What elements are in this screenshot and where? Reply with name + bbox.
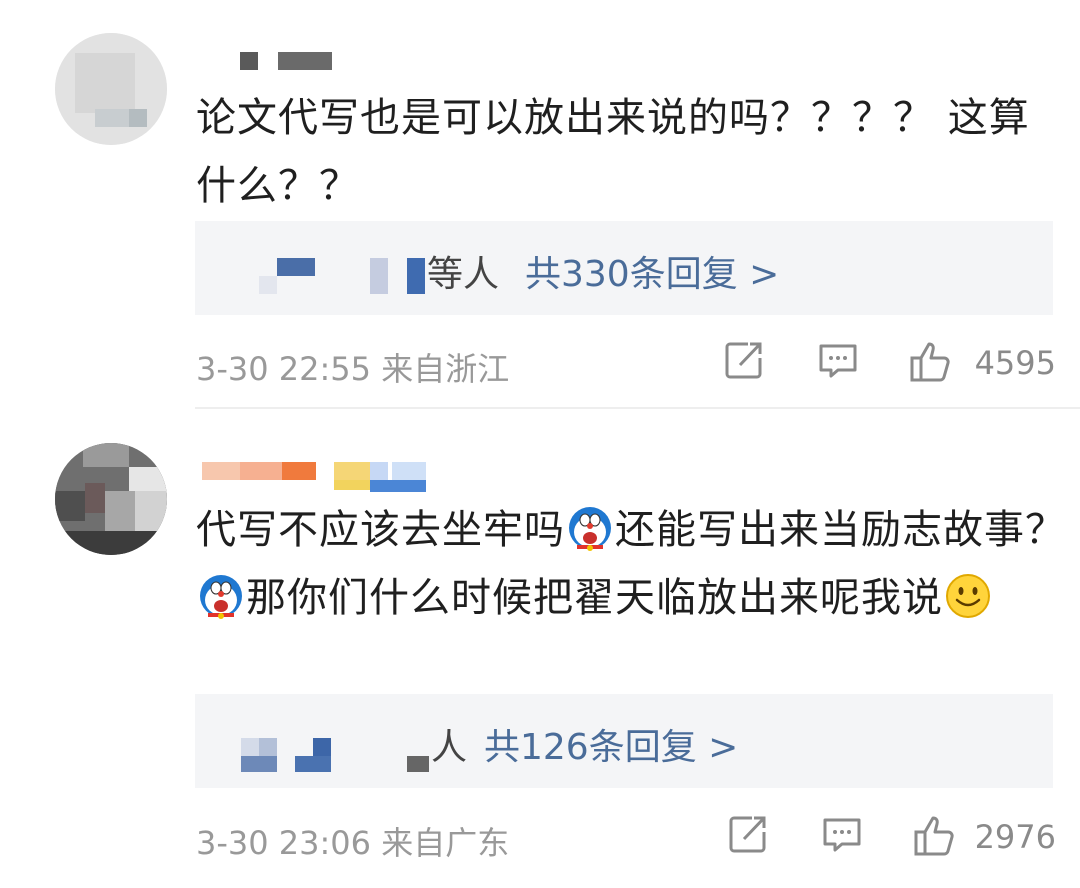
comment-meta: 3-30 22:55 来自浙江 4595: [196, 338, 1056, 388]
comment-icon[interactable]: [816, 338, 860, 386]
comment-text: 代写不应该去坐牢吗 还能写出来当励志故事？ 那你们什么时候把翟天临放出来呢我说: [196, 496, 1066, 632]
smile-emoji-icon: [945, 572, 991, 618]
comment-item: 论文代写也是可以放出来说的吗？？？？ 这算什么？？ 等人 共330条回复 > 3…: [0, 0, 1080, 410]
share-icon[interactable]: [726, 812, 770, 860]
reply-preview[interactable]: 人 共126条回复 >: [195, 694, 1053, 788]
comment-text-part: 代写不应该去坐牢吗: [196, 507, 565, 553]
comment-meta: 3-30 23:06 来自广东 2976: [196, 812, 1056, 862]
reply-preview[interactable]: 等人 共330条回复 >: [195, 221, 1053, 315]
doraemon-emoji-icon: [198, 572, 244, 619]
comment-text-part: 还能写出来当励志故事？: [615, 507, 1066, 553]
comment-text: 论文代写也是可以放出来说的吗？？？？ 这算什么？？: [196, 95, 1030, 209]
comment-item: 代写不应该去坐牢吗 还能写出来当励志故事？ 那你们什么时候把翟天临放出来呢我说 人…: [0, 410, 1080, 888]
comment-icon[interactable]: [820, 812, 864, 860]
thumbs-up-icon[interactable]: [908, 338, 954, 388]
avatar[interactable]: [55, 443, 167, 555]
reply-count-link[interactable]: 共330条回复 >: [525, 245, 779, 297]
like-count: 2976: [974, 818, 1056, 856]
comment-time-location: 3-30 22:55 来自浙江: [196, 350, 510, 388]
divider: [195, 407, 1080, 409]
comment-time-location: 3-30 23:06 来自广东: [196, 824, 510, 862]
username[interactable]: [198, 458, 438, 498]
reply-count-link[interactable]: 共126条回复 >: [484, 718, 738, 770]
share-icon[interactable]: [722, 338, 766, 386]
comment-text-part: 那你们什么时候把翟天临放出来呢我说: [246, 575, 943, 621]
doraemon-emoji-icon: [567, 504, 613, 551]
like-count: 4595: [974, 344, 1056, 382]
avatar[interactable]: [55, 33, 167, 145]
thumbs-up-icon[interactable]: [912, 812, 958, 862]
reply-users-suffix: 等人: [427, 254, 500, 295]
reply-users-suffix: 人: [431, 727, 468, 768]
